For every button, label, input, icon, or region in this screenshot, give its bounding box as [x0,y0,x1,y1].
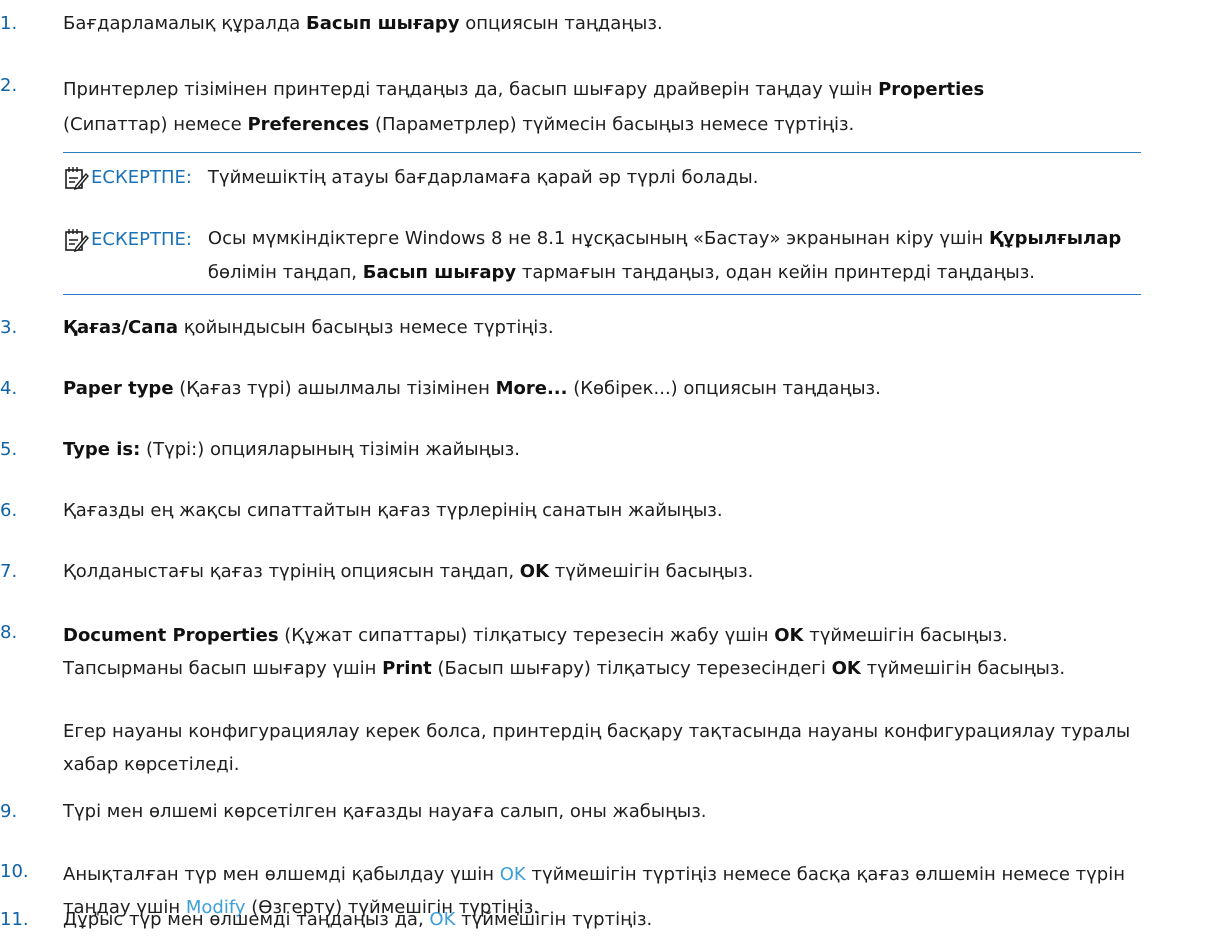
ui-term: OK [774,625,804,646]
note-divider [63,152,1141,153]
step-6: 6. Қағазды ең жақсы сипаттайтын қағаз тү… [0,497,1133,524]
step-text: Дұрыс түр мен өлшемді таңдаңыз да, OK тү… [63,909,653,930]
ui-term: Paper type [63,378,174,399]
step-number: 1. [0,13,18,34]
step-9: 9. Түрі мен өлшемі көрсетілген қағазды н… [0,798,1133,825]
note-1: ЕСКЕРТПЕ: Түймешіктің атауы бағдарламаға… [63,164,1138,191]
ui-term: Document Properties [63,625,279,646]
step-number: 10. [0,861,29,882]
note-icon [65,167,89,191]
ui-term: Preferences [247,114,370,135]
step-8: 8. Document Properties (Құжат сипаттары)… [0,619,1133,685]
step-number: 6. [0,500,18,521]
ui-term: Құрылғылар [988,228,1122,249]
note-text: Осы мүмкіндіктерге Windows 8 не 8.1 нұсқ… [207,228,1122,283]
step-text: Қолданыстағы қағаз түрінің опциясын таңд… [63,561,754,582]
ui-term: Type is: [63,439,141,460]
note-label: ЕСКЕРТПЕ: [91,229,192,250]
ui-term: More... [495,378,568,399]
ui-term: Print [382,658,432,679]
ui-term: OK [831,658,861,679]
step-1: 1. Бағдарламалық құралда Басып шығару оп… [0,10,1133,37]
ui-term: Properties [878,79,985,100]
step-text: Егер науаны конфигурациялау керек болса,… [63,721,1131,775]
ui-term: Басып шығару [362,262,517,283]
step-number: 7. [0,561,18,582]
step-number: 8. [0,622,18,643]
ok-link[interactable]: OK [429,909,455,930]
step-number: 5. [0,439,18,460]
step-number: 11. [0,909,29,930]
step-text: Document Properties (Құжат сипаттары) ті… [63,625,1066,679]
ui-term: Қағаз/Сапа [63,317,178,338]
note-divider [63,294,1141,295]
ui-term: OK [519,561,550,582]
step-number: 9. [0,801,18,822]
step-number: 4. [0,378,18,399]
step-number: 3. [0,317,18,338]
step-3: 3. Қағаз/Сапа қойындысын басыңыз немесе … [0,314,1133,341]
step-text: Paper type (Қағаз түрі) ашылмалы тізімін… [63,378,881,399]
note-label: ЕСКЕРТПЕ: [91,167,192,188]
note-icon [65,229,89,253]
step-text: Түрі мен өлшемі көрсетілген қағазды науа… [63,801,707,822]
ui-term: Басып шығару [306,13,460,34]
step-text: Type is: (Түрі:) опцияларының тізімін жа… [63,439,520,460]
step-11: 11. Дұрыс түр мен өлшемді таңдаңыз да, O… [0,906,1133,933]
step-4: 4. Paper type (Қағаз түрі) ашылмалы тізі… [0,375,1133,402]
step-8-paragraph: Егер науаны конфигурациялау керек болса,… [63,715,1143,781]
step-text: Принтерлер тізімінен принтерді таңдаңыз … [63,79,985,135]
step-text: Қағазды ең жақсы сипаттайтын қағаз түрле… [63,500,723,521]
step-text: Бағдарламалық құралда Басып шығару опция… [63,13,663,34]
step-text: Қағаз/Сапа қойындысын басыңыз немесе түр… [63,317,554,338]
step-5: 5. Type is: (Түрі:) опцияларының тізімін… [0,436,1133,463]
ok-link[interactable]: OK [500,864,526,885]
step-number: 2. [0,75,18,96]
step-2: 2. Принтерлер тізімінен принтерді таңдаң… [0,72,1133,142]
step-7: 7. Қолданыстағы қағаз түрінің опциясын т… [0,558,1133,585]
note-2: ЕСКЕРТПЕ: Осы мүмкіндіктерге Windows 8 н… [63,226,1138,290]
note-text: Түймешіктің атауы бағдарламаға қарай әр … [207,167,759,188]
